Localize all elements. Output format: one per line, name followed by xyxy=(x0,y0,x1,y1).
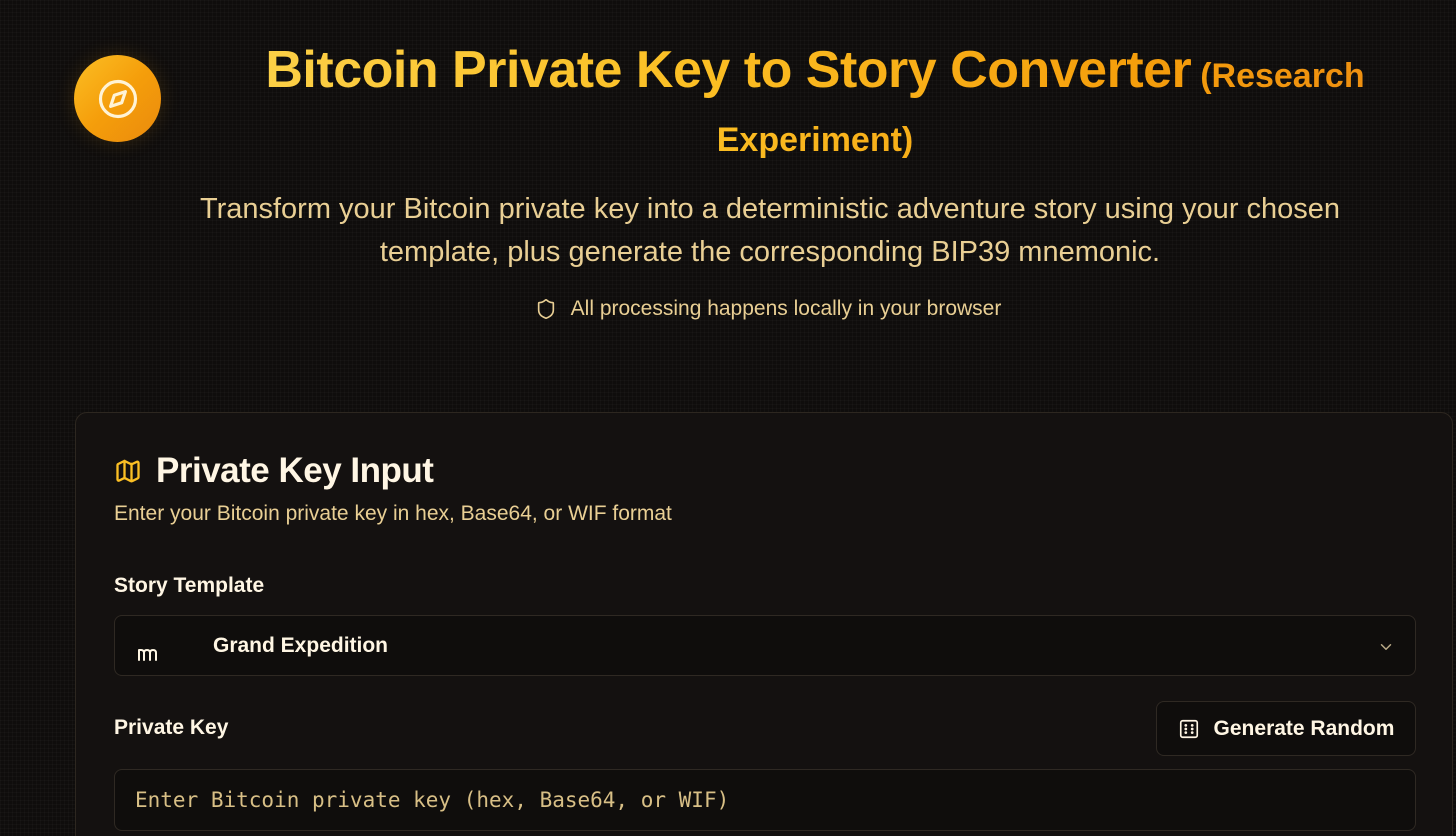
logo xyxy=(74,55,161,142)
story-template-label: Story Template xyxy=(114,574,265,597)
generate-random-label: Generate Random xyxy=(1213,716,1395,740)
page-subtitle: Transform your Bitcoin private key into … xyxy=(199,193,1341,268)
mountain-icon xyxy=(138,649,157,661)
privacy-note-text: All processing happens locally in your b… xyxy=(570,297,1002,320)
privacy-note: All processing happens locally in your b… xyxy=(0,297,1456,321)
private-key-label: Private Key xyxy=(114,716,229,739)
card-header: Private Key Input xyxy=(114,451,434,491)
generate-random-button[interactable]: Generate Random xyxy=(1156,701,1416,756)
card-title: Private Key Input xyxy=(156,451,434,490)
story-template-select[interactable]: Grand Expedition xyxy=(114,615,1416,676)
card-description: Enter your Bitcoin private key in hex, B… xyxy=(114,502,672,525)
chevron-down-icon xyxy=(1380,644,1392,650)
dice-icon xyxy=(1179,719,1198,738)
page-title: Bitcoin Private Key to Story Converter (… xyxy=(175,38,1455,172)
private-key-input[interactable] xyxy=(114,769,1416,831)
story-template-value: Grand Expedition xyxy=(213,634,389,657)
compass-icon xyxy=(98,79,137,118)
private-key-card: Private Key Input Enter your Bitcoin pri… xyxy=(75,412,1453,836)
shield-icon xyxy=(537,299,554,319)
map-icon xyxy=(116,459,140,483)
page-title-main: Bitcoin Private Key to Story Converter xyxy=(265,41,1192,99)
